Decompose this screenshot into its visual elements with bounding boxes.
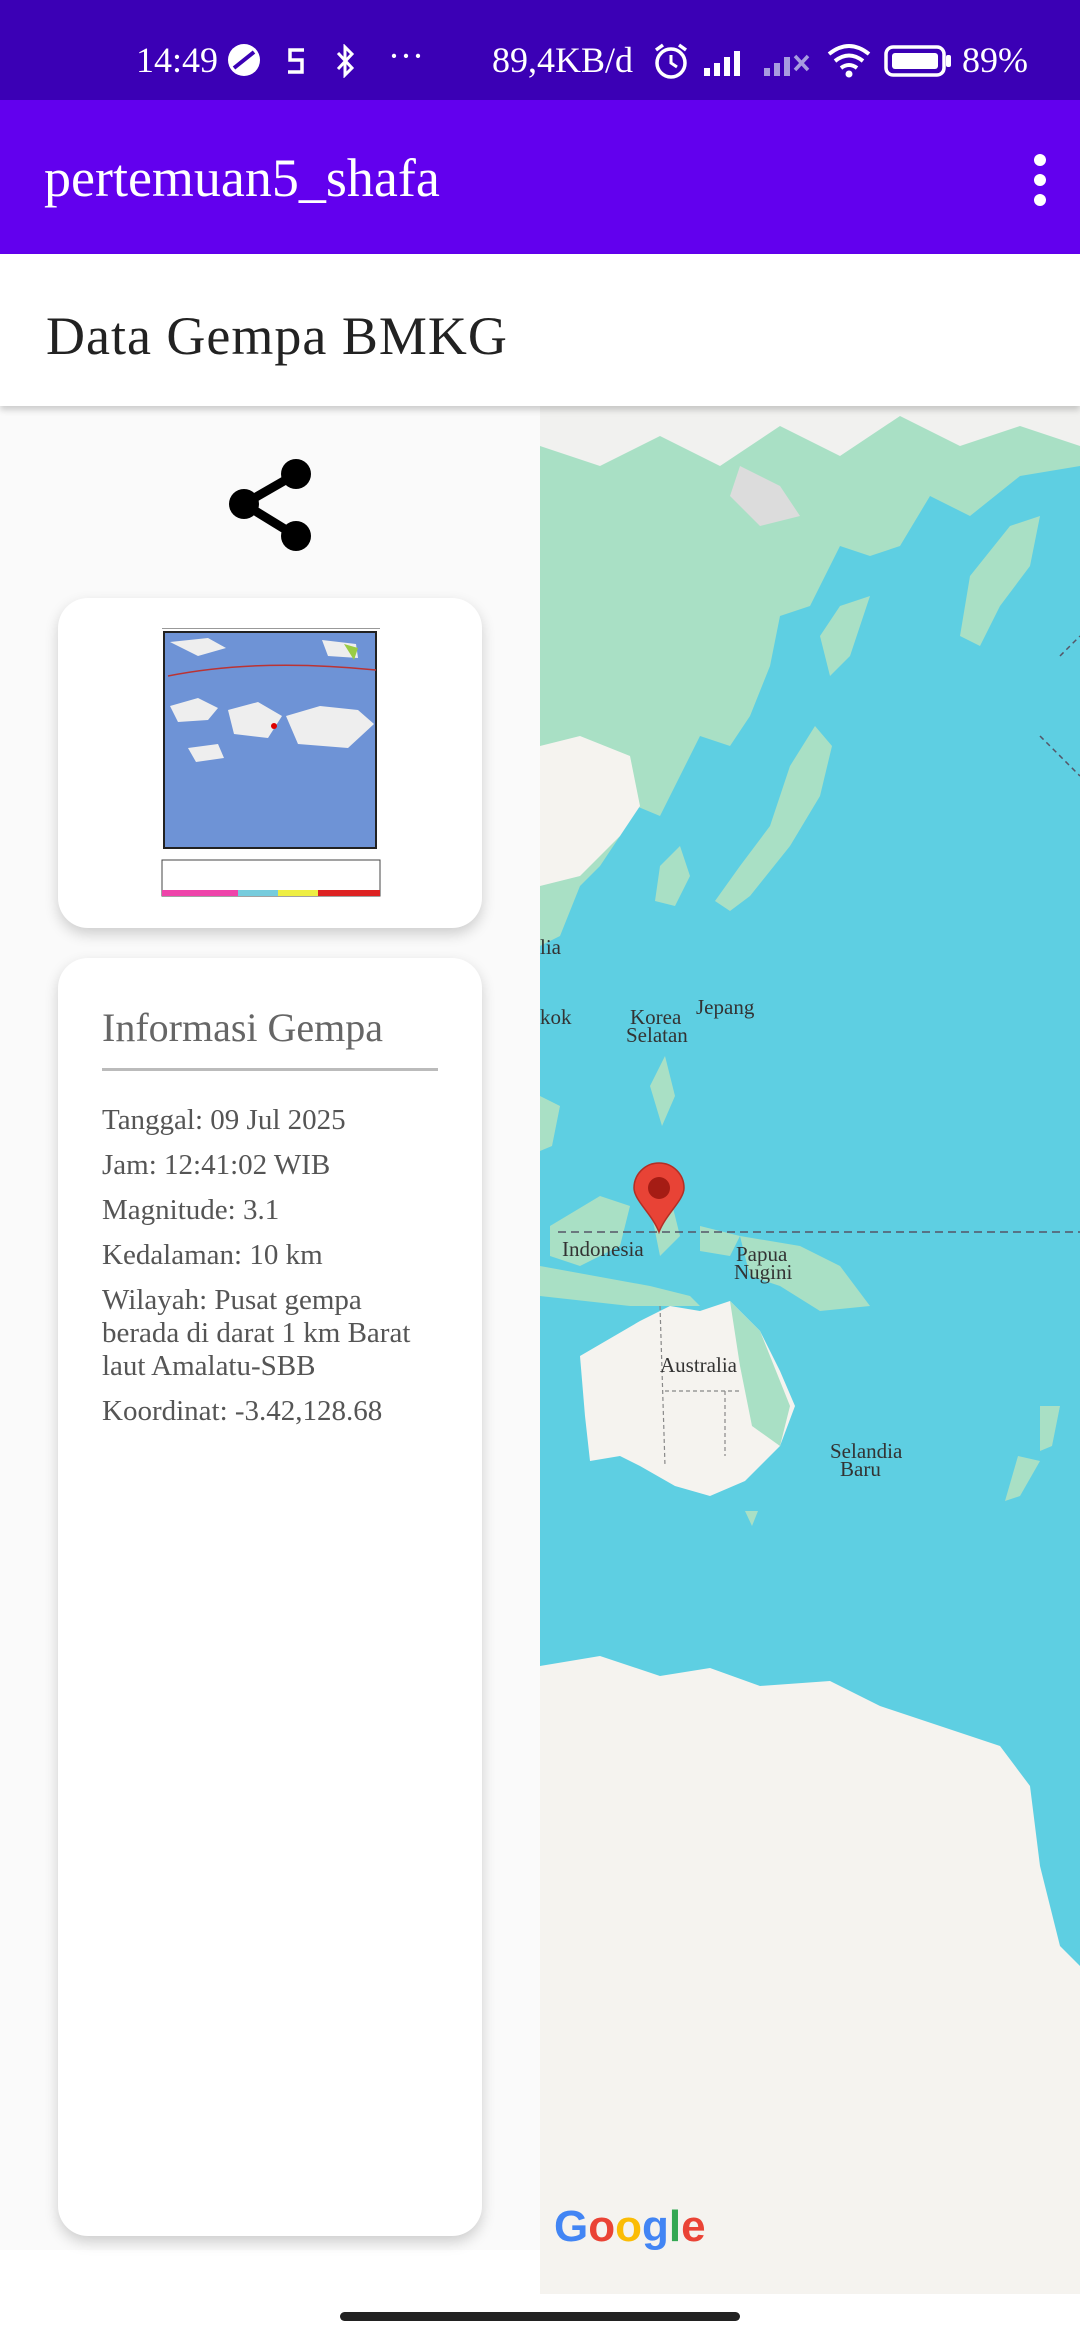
map-label-nugini: Nugini — [734, 1260, 793, 1284]
page-header: Data Gempa BMKG — [0, 254, 1080, 406]
alarm-icon — [654, 43, 688, 79]
signal-icon — [704, 51, 740, 76]
map-label-selatan: Selatan — [626, 1023, 688, 1047]
map-label-lia: lia — [540, 935, 562, 959]
signal-off-icon — [764, 54, 810, 76]
info-jam: Jam: 12:41:02 WIB — [102, 1149, 331, 1181]
status-more: ··· — [388, 36, 424, 76]
shakemap-card[interactable] — [58, 598, 482, 928]
divider — [102, 1068, 438, 1071]
wifi-icon — [827, 44, 871, 78]
info-tanggal: Tanggal: 09 Jul 2025 — [102, 1104, 346, 1136]
status-bar: 14:49 ··· 89,4KB/d 89% — [0, 0, 1080, 100]
app-bar: pertemuan5_shafa — [0, 100, 1080, 254]
info-magnitude: Magnitude: 3.1 — [102, 1194, 280, 1226]
info-kedalaman: Kedalaman: 10 km — [102, 1239, 323, 1271]
network-speed: 89,4KB/d — [492, 40, 634, 80]
battery-percent: 89% — [962, 40, 1028, 80]
page-title: Data Gempa BMKG — [46, 306, 508, 366]
info-title: Informasi Gempa — [102, 1005, 384, 1050]
map-label-australia: Australia — [660, 1353, 738, 1377]
app-title: pertemuan5_shafa — [44, 148, 440, 208]
map-label-indonesia: Indonesia — [562, 1237, 644, 1261]
info-card: Informasi Gempa Tanggal: 09 Jul 2025 Jam… — [58, 958, 482, 2236]
map-view[interactable]: lia kok Korea Selatan Jepang Indonesia P… — [540, 406, 1080, 2294]
status-time: 14:49 — [136, 40, 219, 80]
info-list: Tanggal: 09 Jul 2025 Jam: 12:41:02 WIB M… — [102, 1104, 442, 1440]
map-label-jepang: Jepang — [696, 995, 755, 1019]
bluetooth-icon — [336, 44, 355, 78]
info-wilayah: Wilayah: Pusat gempa berada di darat 1 k… — [102, 1284, 411, 1382]
home-indicator[interactable] — [340, 2312, 740, 2321]
clock-icon — [228, 44, 260, 76]
map-label-kok: kok — [540, 1005, 572, 1029]
battery-icon — [884, 45, 951, 77]
more-vert-icon[interactable] — [1000, 140, 1080, 220]
map-label-baru: Baru — [840, 1457, 881, 1481]
info-koordinat: Koordinat: -3.42,128.68 — [102, 1395, 383, 1427]
left-pane: Informasi Gempa Tanggal: 09 Jul 2025 Jam… — [0, 406, 540, 2250]
shakemap-image — [161, 628, 381, 897]
google-logo: Google — [554, 2202, 706, 2251]
share-icon[interactable] — [224, 456, 316, 556]
s-icon — [288, 48, 304, 74]
